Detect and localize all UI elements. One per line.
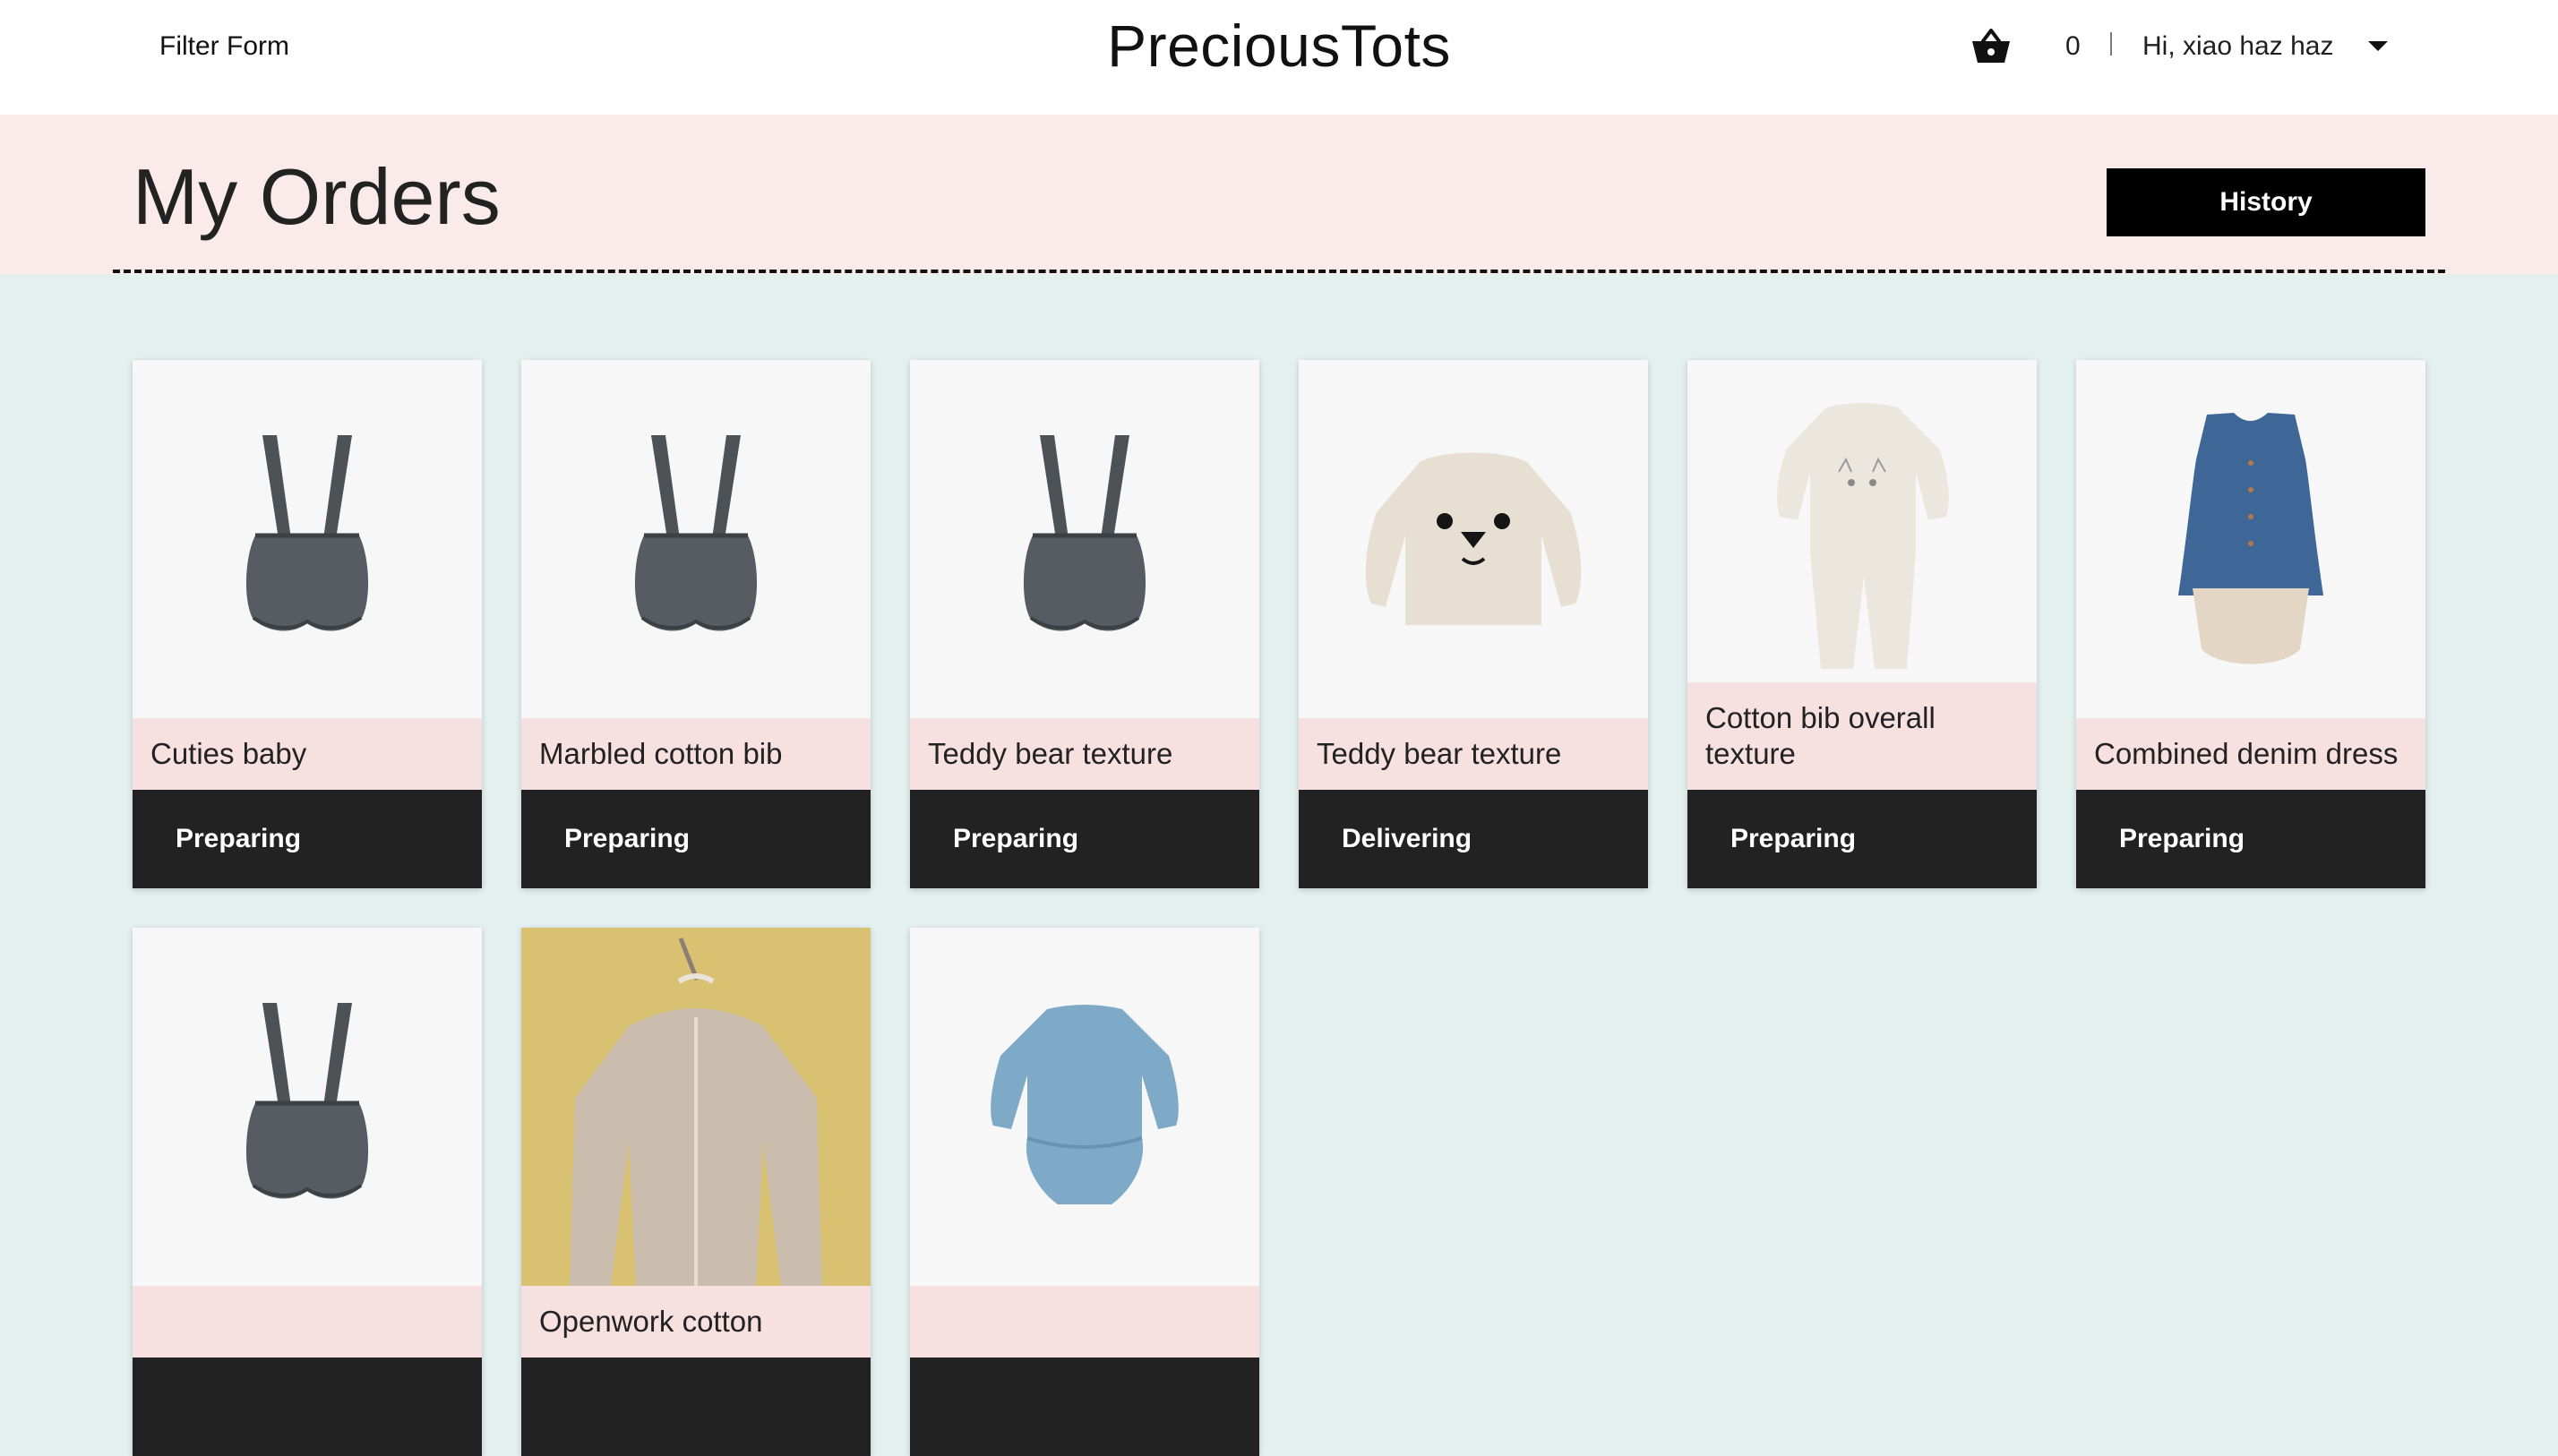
- product-name: [133, 1286, 482, 1358]
- product-name: Cotton bib overall texture: [1687, 682, 2037, 790]
- product-image[interactable]: [910, 928, 1259, 1286]
- order-card[interactable]: Cuties baby Preparing: [133, 360, 482, 888]
- order-card[interactable]: Combined denim dress Preparing: [2076, 360, 2425, 888]
- order-status-badge: [521, 1358, 871, 1456]
- shopping-basket-icon[interactable]: [1970, 27, 2012, 66]
- product-image[interactable]: [1299, 360, 1648, 718]
- product-name: Cuties baby: [133, 718, 482, 790]
- order-card[interactable]: Marbled cotton bib Preparing: [521, 360, 871, 888]
- history-button[interactable]: History: [2107, 168, 2425, 236]
- product-name: Teddy bear texture: [1299, 718, 1648, 790]
- order-status-badge: Preparing: [2076, 790, 2425, 888]
- order-card[interactable]: Teddy bear texture Delivering: [1299, 360, 1648, 888]
- user-greeting-menu[interactable]: Hi, xiao haz haz: [2142, 27, 2333, 66]
- caret-down-icon[interactable]: [2368, 41, 2388, 51]
- cart-count: 0: [2065, 31, 2081, 61]
- dashed-divider: [113, 270, 2445, 273]
- order-card[interactable]: Teddy bear texture Preparing: [910, 360, 1259, 888]
- order-card[interactable]: Cotton bib overall texture Preparing: [1687, 360, 2037, 888]
- top-navigation-bar: Filter Form PreciousTots 0 Hi, xiao haz …: [0, 0, 2558, 115]
- product-image[interactable]: [521, 928, 871, 1286]
- order-status-badge: Preparing: [133, 790, 482, 888]
- product-name: Openwork cotton: [521, 1286, 871, 1358]
- order-card[interactable]: [133, 928, 482, 1456]
- order-status-badge: [133, 1358, 482, 1456]
- product-name: Teddy bear texture: [910, 718, 1259, 790]
- order-card[interactable]: Openwork cotton: [521, 928, 871, 1456]
- order-card[interactable]: [910, 928, 1259, 1456]
- product-image[interactable]: [521, 360, 871, 718]
- order-status-badge: Delivering: [1299, 790, 1648, 888]
- product-image[interactable]: [1687, 360, 2037, 718]
- product-image[interactable]: [910, 360, 1259, 718]
- order-status-badge: Preparing: [1687, 790, 2037, 888]
- product-name: Combined denim dress: [2076, 718, 2425, 790]
- product-image[interactable]: [2076, 360, 2425, 718]
- header-divider: [2110, 32, 2112, 56]
- page-title: My Orders: [133, 152, 501, 241]
- product-name: [910, 1286, 1259, 1358]
- product-image[interactable]: [133, 360, 482, 718]
- product-image[interactable]: [133, 928, 482, 1286]
- order-status-badge: Preparing: [521, 790, 871, 888]
- product-name: Marbled cotton bib: [521, 718, 871, 790]
- order-status-badge: [910, 1358, 1259, 1456]
- order-status-badge: Preparing: [910, 790, 1259, 888]
